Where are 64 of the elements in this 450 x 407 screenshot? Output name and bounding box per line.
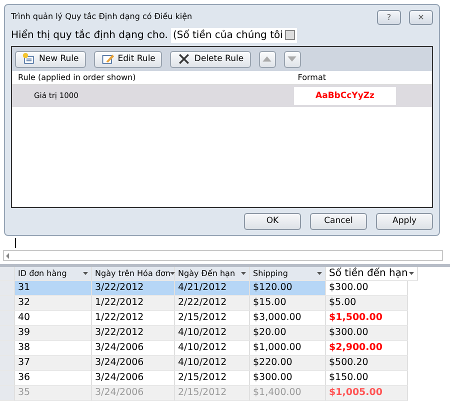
- row-selector[interactable]: [0, 326, 15, 341]
- column-header: Rule (applied in order shown): [18, 72, 136, 84]
- table-cell: 2/22/2012: [175, 296, 250, 311]
- table-row[interactable]: 39 3/22/2012 4/10/2012 $20.00 $300.00: [0, 326, 450, 341]
- row-selector-header[interactable]: [0, 267, 15, 281]
- new-document-icon: [22, 52, 36, 66]
- help-button[interactable]: ?: [377, 10, 401, 24]
- edit-rule-button[interactable]: Edit Rule: [94, 50, 162, 68]
- table-cell: 3/24/2006: [92, 386, 175, 401]
- table-cell: 3/22/2012: [92, 326, 175, 341]
- table-cell: 35: [15, 386, 92, 401]
- table-cell: $500.20: [326, 356, 408, 371]
- text-cursor: [15, 238, 16, 248]
- window-title: Trình quản lý Quy tắc Định dạng có Điều kiện: [11, 11, 192, 23]
- column-header[interactable]: ID đơn hàng: [15, 267, 92, 281]
- delete-rule-button[interactable]: Delete Rule: [170, 50, 251, 68]
- x-icon: [177, 52, 192, 66]
- new-rule-button[interactable]: New Rule: [15, 50, 86, 68]
- table-cell: 37: [15, 356, 92, 371]
- field-label: Hiển thị quy tắc định dạng cho.: [11, 28, 168, 42]
- table-cell: $20.00: [250, 326, 326, 341]
- move-down-button[interactable]: [284, 50, 301, 68]
- format-preview: AaBbCcYyZz: [294, 87, 396, 105]
- table-cell: 3/22/2012: [92, 281, 175, 296]
- table-cell: $5.00: [326, 296, 408, 311]
- table-cell: 4/10/2012: [175, 326, 250, 341]
- dialog-button[interactable]: Cancel: [310, 213, 367, 230]
- row-selector[interactable]: [0, 296, 15, 311]
- row-selector[interactable]: [0, 281, 15, 296]
- pencil-icon: [100, 52, 115, 66]
- table-row[interactable]: 37 3/24/2006 4/10/2012 $220.00 $500.20: [0, 356, 450, 371]
- dialog-button[interactable]: OK: [244, 213, 301, 230]
- row-selector[interactable]: [0, 386, 15, 401]
- table-cell: 1/22/2012: [92, 296, 175, 311]
- dropdown-field[interactable]: (Số tiền của chúng tôi: [170, 28, 297, 42]
- table-cell: 31: [15, 281, 92, 296]
- row-selector[interactable]: [0, 371, 15, 386]
- table-cell: $300.00: [326, 326, 408, 341]
- close-button[interactable]: ✕: [409, 10, 433, 24]
- scroll-left-icon[interactable]: [4, 252, 12, 260]
- table-cell: 3/24/2006: [92, 356, 175, 371]
- column-header[interactable]: Shipping: [250, 267, 326, 281]
- table-cell: $1,400.00: [250, 386, 326, 401]
- table-cell: 2/15/2012: [175, 386, 250, 401]
- column-header[interactable]: Ngày trên Hóa đơn: [92, 267, 175, 281]
- horizontal-scrollbar[interactable]: [3, 250, 443, 261]
- table-cell: 32: [15, 296, 92, 311]
- row-selector[interactable]: [0, 341, 15, 356]
- row-selector[interactable]: [0, 356, 15, 371]
- table-cell: $220.00: [250, 356, 326, 371]
- table-cell: $15.00: [250, 296, 326, 311]
- dialog-button[interactable]: Apply: [376, 213, 433, 230]
- table-row[interactable]: 31 3/22/2012 4/21/2012 $120.00 $300.00: [0, 281, 450, 296]
- table-cell: 4/10/2012: [175, 356, 250, 371]
- column-header[interactable]: Số tiền đến hạn: [326, 267, 418, 281]
- table-cell: $1,005.00: [326, 386, 408, 401]
- move-up-button[interactable]: [258, 50, 276, 68]
- column-header[interactable]: Ngày Đến hạn: [175, 267, 250, 281]
- table-cell: 4/21/2012: [175, 281, 250, 296]
- column-header: Format: [298, 72, 326, 84]
- table-cell: $120.00: [250, 281, 326, 296]
- table-cell: 39: [15, 326, 92, 341]
- row-selector[interactable]: [0, 311, 15, 326]
- table-row[interactable]: 32 1/22/2012 2/22/2012 $15.00 $5.00: [0, 296, 450, 311]
